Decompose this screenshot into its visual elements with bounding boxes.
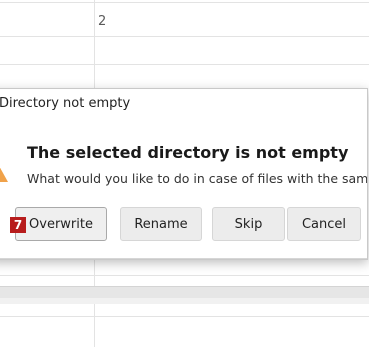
grid-row-line xyxy=(0,316,369,317)
cell-value[interactable]: 2 xyxy=(98,14,106,29)
skip-button[interactable]: Skip xyxy=(212,207,285,241)
grid-row-line xyxy=(0,64,369,65)
cancel-button-label: Cancel xyxy=(301,216,347,232)
directory-not-empty-dialog: Directory not empty The selected directo… xyxy=(0,88,368,260)
warning-icon xyxy=(0,167,8,182)
dialog-title: Directory not empty xyxy=(0,96,131,111)
scrollbar-shadow xyxy=(0,298,369,304)
grid-row-line xyxy=(0,2,369,3)
shortcut-badge: 7 xyxy=(10,217,26,233)
overwrite-button[interactable]: Overwrite xyxy=(15,207,107,241)
skip-button-label: Skip xyxy=(234,216,263,232)
cancel-button[interactable]: Cancel xyxy=(287,207,361,241)
grid-row-line xyxy=(0,275,369,276)
grid-row-line xyxy=(0,36,369,37)
dialog-titlebar[interactable]: Directory not empty xyxy=(0,89,367,120)
dialog-message: What would you like to do in case of fil… xyxy=(27,171,368,186)
dialog-heading: The selected directory is not empty xyxy=(27,143,349,162)
dialog-border xyxy=(0,258,367,259)
rename-button-label: Rename xyxy=(134,216,188,232)
overwrite-button-label: Overwrite xyxy=(29,216,93,232)
rename-button[interactable]: Rename xyxy=(120,207,202,241)
